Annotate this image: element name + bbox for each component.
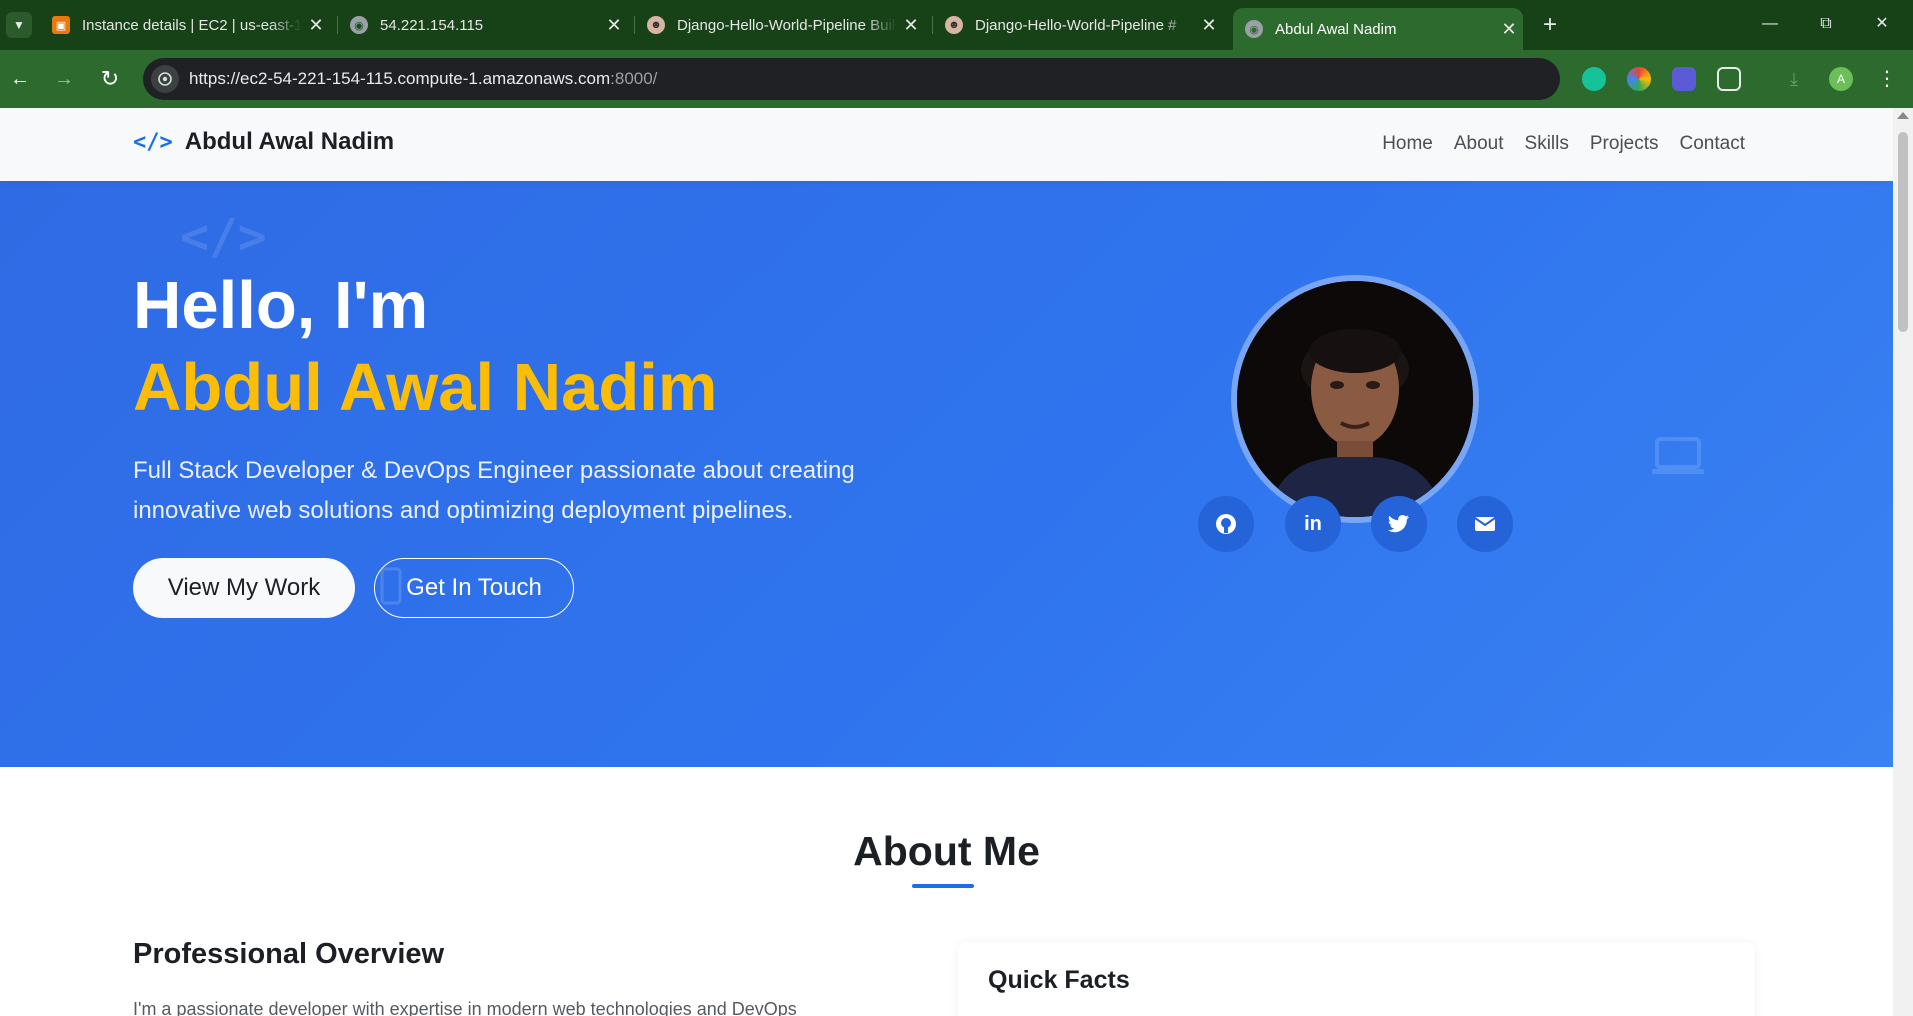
scrollbar-thumb[interactable] <box>1898 132 1908 332</box>
more-menu-icon[interactable]: ⋮ <box>1875 67 1899 91</box>
site-info-icon[interactable] <box>151 65 179 93</box>
extensions-puzzle-icon[interactable] <box>1717 67 1741 91</box>
browser-toolbar: ← → ↻ https://ec2-54-221-154-115.compute… <box>0 50 1913 108</box>
tab-portfolio-active[interactable]: ◉ Abdul Awal Nadim ✕ <box>1233 8 1523 50</box>
overview-text: I'm a passionate developer with expertis… <box>133 999 797 1016</box>
close-icon[interactable]: ✕ <box>1495 19 1523 40</box>
tab-title: Abdul Awal Nadim <box>1275 20 1397 38</box>
code-decoration-icon: </> <box>180 209 267 265</box>
tab-search-button[interactable]: ▼ <box>6 12 32 38</box>
envelope-icon <box>1474 517 1496 531</box>
new-tab-button[interactable]: + <box>1535 10 1565 40</box>
download-icon[interactable]: ⤓ <box>1782 67 1806 91</box>
address-bar[interactable]: https://ec2-54-221-154-115.compute-1.ama… <box>143 58 1560 100</box>
close-window-button[interactable]: ✕ <box>1859 8 1905 40</box>
linkedin-button[interactable]: in <box>1285 496 1341 552</box>
overview-heading: Professional Overview <box>133 938 445 970</box>
site-navbar: </> Abdul Awal Nadim Home About Skills P… <box>0 108 1893 181</box>
tab-jenkins-build[interactable]: ☻ Django-Hello-World-Pipeline Build ✕ <box>635 8 925 42</box>
hero-name: Abdul Awal Nadim <box>133 350 718 425</box>
nav-about[interactable]: About <box>1454 133 1504 155</box>
hero-section: </> Hello, I'm Abdul Awal Nadim Full Sta… <box>0 181 1893 767</box>
nav-contact[interactable]: Contact <box>1680 133 1745 155</box>
brand-name: Abdul Awal Nadim <box>184 128 395 155</box>
email-button[interactable] <box>1457 496 1513 552</box>
tab-title: Instance details | EC2 | us-east-1 <box>82 16 302 34</box>
nav-home[interactable]: Home <box>1382 133 1433 155</box>
back-button[interactable]: ← <box>5 64 35 94</box>
code-icon: </> <box>133 129 173 155</box>
github-button[interactable] <box>1198 496 1254 552</box>
minimize-button[interactable]: — <box>1747 8 1793 40</box>
url-text: https://ec2-54-221-154-115.compute-1.ama… <box>189 69 658 88</box>
linkedin-icon: in <box>1304 512 1322 535</box>
tab-ip-address[interactable]: ◉ 54.221.154.115 ✕ <box>338 8 628 42</box>
about-section-title: About Me <box>853 828 1040 874</box>
globe-icon: ◉ <box>1245 20 1263 38</box>
get-in-touch-button[interactable]: Get In Touch <box>374 558 574 618</box>
tab-title: 54.221.154.115 <box>380 16 484 34</box>
site-menu: Home About Skills Projects Contact <box>1382 133 1745 155</box>
quick-facts-card: Quick Facts <box>958 942 1755 1016</box>
close-icon[interactable]: ✕ <box>600 15 628 36</box>
nav-skills[interactable]: Skills <box>1525 133 1569 155</box>
forward-button[interactable]: → <box>49 64 79 94</box>
site-brand[interactable]: </> Abdul Awal Nadim <box>133 128 394 156</box>
reload-button[interactable]: ↻ <box>95 64 125 94</box>
jenkins-icon: ☻ <box>945 16 963 34</box>
grammarly-icon[interactable] <box>1582 67 1606 91</box>
profile-photo <box>1231 275 1479 523</box>
profile-avatar[interactable]: A <box>1829 67 1853 91</box>
page-scrollbar[interactable] <box>1893 108 1913 1016</box>
jenkins-icon: ☻ <box>647 16 665 34</box>
browser-tab-strip: ▼ ▣ Instance details | EC2 | us-east-1 ✕… <box>0 0 1913 50</box>
tab-ec2-instance[interactable]: ▣ Instance details | EC2 | us-east-1 ✕ <box>40 8 330 42</box>
twitter-button[interactable] <box>1371 496 1427 552</box>
restore-button[interactable]: ⧉ <box>1803 8 1849 40</box>
title-underline <box>912 884 974 888</box>
github-icon <box>1216 514 1236 534</box>
tab-title: Django-Hello-World-Pipeline Build <box>677 16 897 34</box>
close-icon[interactable]: ✕ <box>897 15 925 36</box>
aws-ec2-icon: ▣ <box>52 16 70 34</box>
close-icon[interactable]: ✕ <box>1195 15 1223 36</box>
nav-projects[interactable]: Projects <box>1590 133 1659 155</box>
page-viewport: </> Abdul Awal Nadim Home About Skills P… <box>0 108 1893 1016</box>
extension-gear-icon[interactable] <box>1672 67 1696 91</box>
hero-tagline: Full Stack Developer & DevOps Engineer p… <box>133 457 855 524</box>
quick-facts-heading: Quick Facts <box>988 966 1130 994</box>
view-my-work-button[interactable]: View My Work <box>133 558 355 618</box>
tab-title: Django-Hello-World-Pipeline # <box>975 16 1177 34</box>
twitter-icon <box>1388 515 1409 533</box>
laptop-decoration-icon <box>1652 437 1704 481</box>
close-icon[interactable]: ✕ <box>302 15 330 36</box>
tab-jenkins-run[interactable]: ☻ Django-Hello-World-Pipeline # ✕ <box>933 8 1223 42</box>
color-picker-icon[interactable] <box>1627 67 1651 91</box>
globe-icon: ◉ <box>350 16 368 34</box>
hero-greeting: Hello, I'm <box>133 268 429 343</box>
